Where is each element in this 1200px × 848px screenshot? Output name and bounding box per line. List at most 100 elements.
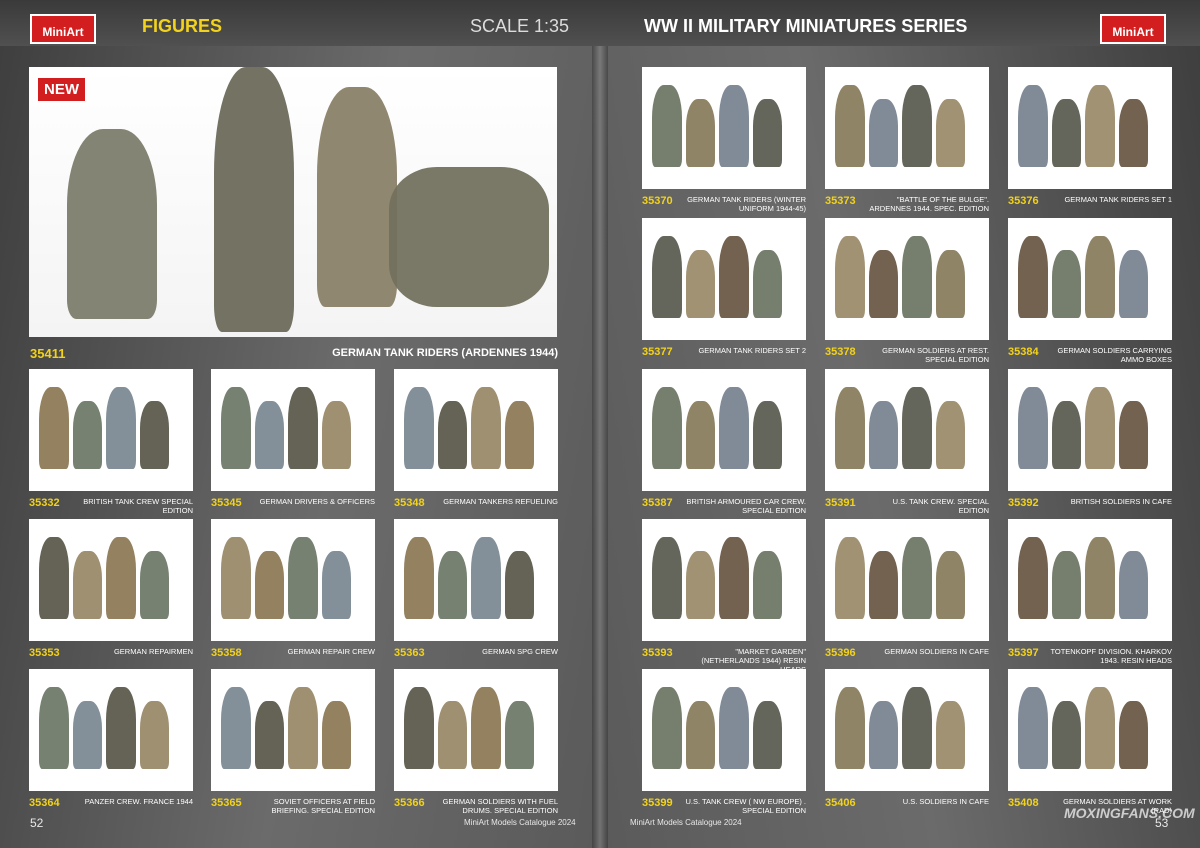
figure-silhouette [1018, 687, 1048, 769]
product-image [642, 369, 806, 491]
figure-silhouette [719, 85, 749, 167]
product-code: 35392 [1008, 497, 1039, 509]
figure-silhouette [1051, 99, 1081, 167]
section-title: FIGURES [142, 16, 223, 36]
figure-silhouette [652, 387, 682, 469]
scale-label: SCALE 1:35 [470, 16, 570, 36]
product-image [394, 669, 558, 791]
figure-silhouette [868, 250, 898, 318]
product-image [642, 67, 806, 189]
product-name: GERMAN REPAIR CREW [287, 647, 375, 656]
figure-reclining [389, 167, 549, 307]
figure-silhouette [652, 85, 682, 167]
figure-silhouette [835, 236, 865, 318]
product-image [1008, 369, 1172, 491]
figure-silhouette [504, 551, 534, 619]
product-image [825, 369, 989, 491]
figure-silhouette [1085, 687, 1115, 769]
figure-silhouette [254, 551, 284, 619]
product-name: GERMAN TANK RIDERS SET 2 [698, 346, 806, 355]
product-code: 35408 [1008, 797, 1039, 809]
figure-silhouette [935, 401, 965, 469]
product-name: GERMAN SOLDIERS AT REST. SPECIAL EDITION [882, 346, 989, 364]
figure-silhouette [652, 537, 682, 619]
product-name: GERMAN SPG CREW [482, 647, 558, 656]
hero-image [29, 67, 557, 337]
figure-silhouette [288, 687, 318, 769]
figure-silhouette [471, 537, 501, 619]
product-image [825, 67, 989, 189]
figure-silhouette [404, 687, 434, 769]
figure-silhouette [404, 537, 434, 619]
figure-silhouette [719, 537, 749, 619]
product-image [211, 369, 375, 491]
figure-silhouette [835, 687, 865, 769]
product-code: 35399 [642, 797, 673, 809]
product-name: SOVIET OFFICERS AT FIELD BRIEFING. SPECI… [271, 797, 376, 815]
product-code: 35365 [211, 797, 242, 809]
figure-silhouette [1051, 250, 1081, 318]
figure-silhouette [106, 537, 136, 619]
figure-silhouette [321, 401, 351, 469]
figure-silhouette [504, 701, 534, 769]
page-gutter [592, 0, 608, 848]
figure-silhouette [1085, 85, 1115, 167]
figure-silhouette [902, 85, 932, 167]
figure-silhouette [139, 401, 169, 469]
figure-silhouette [106, 687, 136, 769]
product-image [29, 519, 193, 641]
product-name: GERMAN DRIVERS & OFFICERS [259, 497, 375, 506]
product-code: 35370 [642, 195, 673, 207]
product-name: U.S. TANK CREW. SPECIAL EDITION [892, 497, 989, 515]
figure-silhouette [321, 701, 351, 769]
product-code: 35363 [394, 647, 425, 659]
figure-silhouette [1118, 701, 1148, 769]
figure-silhouette [868, 551, 898, 619]
figure-silhouette [685, 401, 715, 469]
figure-silhouette [437, 551, 467, 619]
figure-silhouette [935, 701, 965, 769]
figure-silhouette [471, 687, 501, 769]
figure-silhouette [254, 701, 284, 769]
figure-silhouette [72, 551, 102, 619]
product-name: "BATTLE OF THE BULGE". ARDENNES 1944. SP… [869, 195, 989, 213]
figure-silhouette [752, 551, 782, 619]
figure-silhouette [752, 99, 782, 167]
product-code: 35397 [1008, 647, 1039, 659]
figure-silhouette [935, 99, 965, 167]
figure-silhouette [1051, 701, 1081, 769]
product-code: 35378 [825, 346, 856, 358]
product-name: U.S. SOLDIERS IN CAFE [902, 797, 989, 806]
product-image [211, 669, 375, 791]
product-name: GERMAN SOLDIERS WITH FUEL DRUMS. SPECIAL… [442, 797, 558, 815]
figure-silhouette [1051, 551, 1081, 619]
product-name: U.S. TANK CREW ( NW EUROPE) . SPECIAL ED… [685, 797, 806, 815]
figure-silhouette [221, 537, 251, 619]
product-image [1008, 67, 1172, 189]
figure-seated-gunner [67, 129, 157, 319]
figure-silhouette [935, 250, 965, 318]
figure-silhouette [835, 387, 865, 469]
product-image [642, 218, 806, 340]
product-image [642, 519, 806, 641]
figure-silhouette [504, 401, 534, 469]
figure-silhouette [321, 551, 351, 619]
product-image [29, 669, 193, 791]
figure-silhouette [1118, 401, 1148, 469]
figure-silhouette [752, 701, 782, 769]
miniart-logo-left: MiniArt [30, 14, 96, 44]
product-name: BRITISH ARMOURED CAR CREW. SPECIAL EDITI… [686, 497, 806, 515]
product-image [1008, 218, 1172, 340]
product-code: 35358 [211, 647, 242, 659]
product-name: GERMAN SOLDIERS CARRYING AMMO BOXES [1057, 346, 1172, 364]
figure-silhouette [902, 387, 932, 469]
product-code: 35406 [825, 797, 856, 809]
product-code: 35332 [29, 497, 60, 509]
figure-silhouette [1085, 236, 1115, 318]
figure-silhouette [1118, 99, 1148, 167]
figure-silhouette [719, 687, 749, 769]
product-name: GERMAN SOLDIERS IN CAFE [884, 647, 989, 656]
product-name: GERMAN TANK RIDERS (WINTER UNIFORM 1944-… [687, 195, 806, 213]
figure-silhouette [719, 387, 749, 469]
product-code: 35345 [211, 497, 242, 509]
